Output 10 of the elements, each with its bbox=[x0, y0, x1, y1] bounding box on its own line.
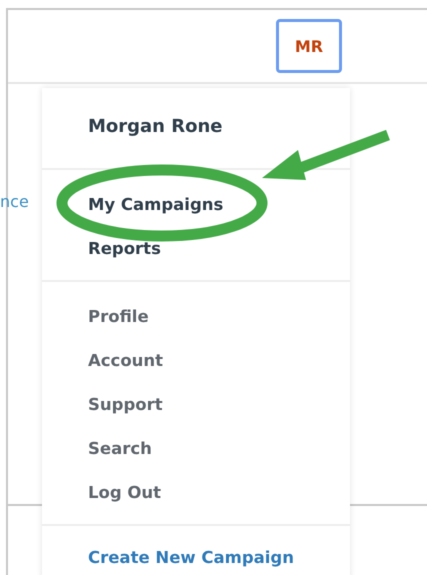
menu-item[interactable]: Reports bbox=[42, 226, 350, 270]
menu-item[interactable]: Search bbox=[42, 426, 350, 470]
avatar-button[interactable]: MR bbox=[276, 19, 342, 73]
menu-item[interactable]: Log Out bbox=[42, 470, 350, 514]
menu-item[interactable]: Profile bbox=[42, 294, 350, 338]
link[interactable]: nce bbox=[0, 192, 29, 211]
menu-item[interactable]: Support bbox=[42, 382, 350, 426]
menu-item[interactable]: Account bbox=[42, 338, 350, 382]
menu-item[interactable]: My Campaigns bbox=[42, 182, 350, 226]
create-campaign-link[interactable]: Create New Campaign bbox=[42, 526, 350, 567]
